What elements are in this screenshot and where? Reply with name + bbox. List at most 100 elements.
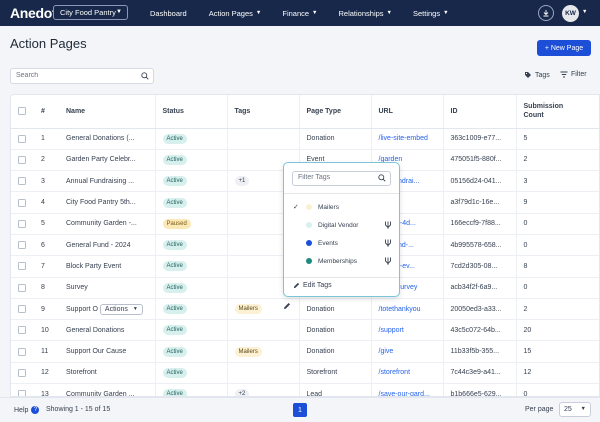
- column-header[interactable]: Submission Count: [516, 95, 599, 129]
- page-name[interactable]: Support Our Cause: [66, 348, 126, 355]
- url-cell: /totethankyou: [371, 298, 444, 321]
- edit-tags-button[interactable]: Edit Tags: [293, 282, 332, 289]
- page-name[interactable]: General Fund - 2024: [66, 242, 131, 249]
- tag-badge: Mailers: [234, 304, 262, 315]
- column-header[interactable]: Name: [59, 95, 156, 129]
- per-page-value: 25: [564, 406, 572, 413]
- select-cell: [11, 383, 34, 396]
- page-url-link[interactable]: /storefront: [379, 369, 411, 376]
- tag-option-label: Mailers: [318, 203, 339, 211]
- nav-relationships[interactable]: Relationships ▼: [339, 9, 392, 18]
- status-badge: Active: [162, 261, 187, 272]
- row-checkbox[interactable]: [18, 155, 26, 164]
- help-button[interactable]: Help ?: [14, 406, 40, 414]
- chevron-down-icon: ▼: [443, 10, 449, 16]
- row-checkbox[interactable]: [18, 283, 26, 292]
- page-name[interactable]: Community Garden -...: [66, 220, 137, 227]
- page-name[interactable]: Support O: [66, 306, 98, 313]
- row-checkbox[interactable]: [18, 305, 26, 314]
- pencil-icon[interactable]: [283, 302, 291, 310]
- nav-action-pages[interactable]: Action Pages ▼: [209, 9, 262, 18]
- page-name[interactable]: Garden Party Celebr...: [66, 156, 136, 163]
- merge-icon[interactable]: [384, 221, 392, 229]
- filter-button[interactable]: Filter: [560, 71, 587, 78]
- tag-option-memberships[interactable]: Memberships: [284, 253, 399, 269]
- page-id: 166eccf9-7f88...: [443, 213, 517, 235]
- nav-dashboard[interactable]: Dashboard: [150, 9, 187, 18]
- url-cell: /live-site-embed: [371, 128, 444, 150]
- row-actions-button[interactable]: Actions ▼: [99, 303, 143, 315]
- org-selector[interactable]: City Food Pantry ▼: [53, 5, 128, 20]
- submission-count: 0: [516, 383, 599, 396]
- tag-filter-input[interactable]: [298, 174, 378, 181]
- page-name[interactable]: General Donations: [66, 327, 124, 334]
- row-checkbox[interactable]: [18, 347, 26, 356]
- status-badge: Active: [162, 282, 187, 293]
- merge-icon[interactable]: [384, 239, 392, 247]
- page-name[interactable]: Annual Fundraising ...: [66, 178, 134, 185]
- name-cell: General Fund - 2024: [59, 234, 156, 257]
- page-name[interactable]: Block Party Event: [66, 263, 121, 270]
- select-cell: [11, 255, 34, 278]
- page-name[interactable]: General Donations (...: [66, 135, 134, 142]
- page-button-current[interactable]: 1: [293, 403, 307, 417]
- nav-finance[interactable]: Finance ▼: [282, 9, 317, 18]
- search-icon[interactable]: [141, 72, 149, 80]
- row-checkbox[interactable]: [18, 390, 26, 396]
- page-url-link[interactable]: /live-site-embed: [379, 135, 428, 142]
- table-row[interactable]: 10 General Donations Active Donation/suppor…: [11, 319, 599, 342]
- table-row[interactable]: 1 General Donations (... Active Donation/li…: [11, 128, 599, 150]
- column-header[interactable]: Page Type: [299, 95, 372, 129]
- page-name[interactable]: Survey: [66, 284, 88, 291]
- page-name[interactable]: Storefront: [66, 369, 97, 376]
- select-cell: [11, 340, 34, 363]
- select-all-checkbox[interactable]: [18, 106, 26, 115]
- divider: [284, 277, 399, 278]
- table-row[interactable]: 11 Support Our Cause Active Mailers Donation…: [11, 340, 599, 363]
- name-cell: Annual Fundraising ...: [59, 170, 156, 193]
- row-checkbox[interactable]: [18, 177, 26, 186]
- new-page-button[interactable]: + New Page: [537, 40, 591, 56]
- tag-icon: [525, 72, 531, 78]
- row-checkbox[interactable]: [18, 198, 26, 207]
- name-cell: Support Our Cause: [59, 340, 156, 363]
- row-checkbox[interactable]: [18, 262, 26, 271]
- page-url-link[interactable]: /support: [379, 327, 404, 334]
- nav-settings[interactable]: Settings ▼: [413, 9, 449, 18]
- column-header[interactable]: Tags: [227, 95, 300, 129]
- page-id: 7c44c3e9-a41...: [443, 362, 517, 385]
- row-number: 10: [34, 319, 59, 342]
- download-button[interactable]: [538, 5, 554, 21]
- search-icon[interactable]: [378, 174, 386, 182]
- tag-option-events[interactable]: Events: [284, 235, 399, 251]
- nav-relationships-label: Relationships: [338, 8, 384, 18]
- merge-icon[interactable]: [384, 257, 392, 265]
- row-checkbox[interactable]: [18, 241, 26, 250]
- table-row[interactable]: 13 Community Garden ... Active +2 Lead/save-…: [11, 383, 599, 396]
- per-page-select[interactable]: 25 ▼: [559, 402, 591, 417]
- page-url-link[interactable]: /give: [379, 348, 394, 355]
- tag-count-badge[interactable]: +1: [234, 176, 250, 187]
- search-input[interactable]: [16, 72, 136, 79]
- row-checkbox[interactable]: [18, 368, 26, 377]
- row-checkbox[interactable]: [18, 219, 26, 228]
- submission-count: 0: [516, 213, 599, 235]
- tag-option-mailers[interactable]: ✓ Mailers: [284, 199, 399, 215]
- tag-count-badge[interactable]: +2: [234, 389, 250, 396]
- page-name[interactable]: City Food Pantry 5th...: [66, 199, 136, 206]
- tags-button[interactable]: Tags: [524, 71, 550, 79]
- column-header[interactable]: URL: [371, 95, 444, 129]
- page-url-link[interactable]: /totethankyou: [379, 306, 421, 313]
- row-checkbox[interactable]: [18, 134, 26, 143]
- anedot-logo[interactable]: Anedot: [10, 5, 57, 21]
- table-row[interactable]: 9 Support O Actions ▼ Active Mailers Donation /…: [11, 298, 599, 321]
- column-header[interactable]: Status: [155, 95, 228, 129]
- table-row[interactable]: 12 Storefront Active Storefront/storefront 7…: [11, 362, 599, 385]
- avatar[interactable]: KW: [562, 5, 579, 22]
- row-checkbox[interactable]: [18, 326, 26, 335]
- chevron-down-icon[interactable]: ▼: [582, 9, 587, 15]
- column-header[interactable]: ID: [443, 95, 517, 129]
- row-number: 3: [34, 170, 59, 193]
- tag-option-digital-vendor[interactable]: Digital Vendor: [284, 217, 399, 233]
- column-header[interactable]: #: [34, 95, 59, 129]
